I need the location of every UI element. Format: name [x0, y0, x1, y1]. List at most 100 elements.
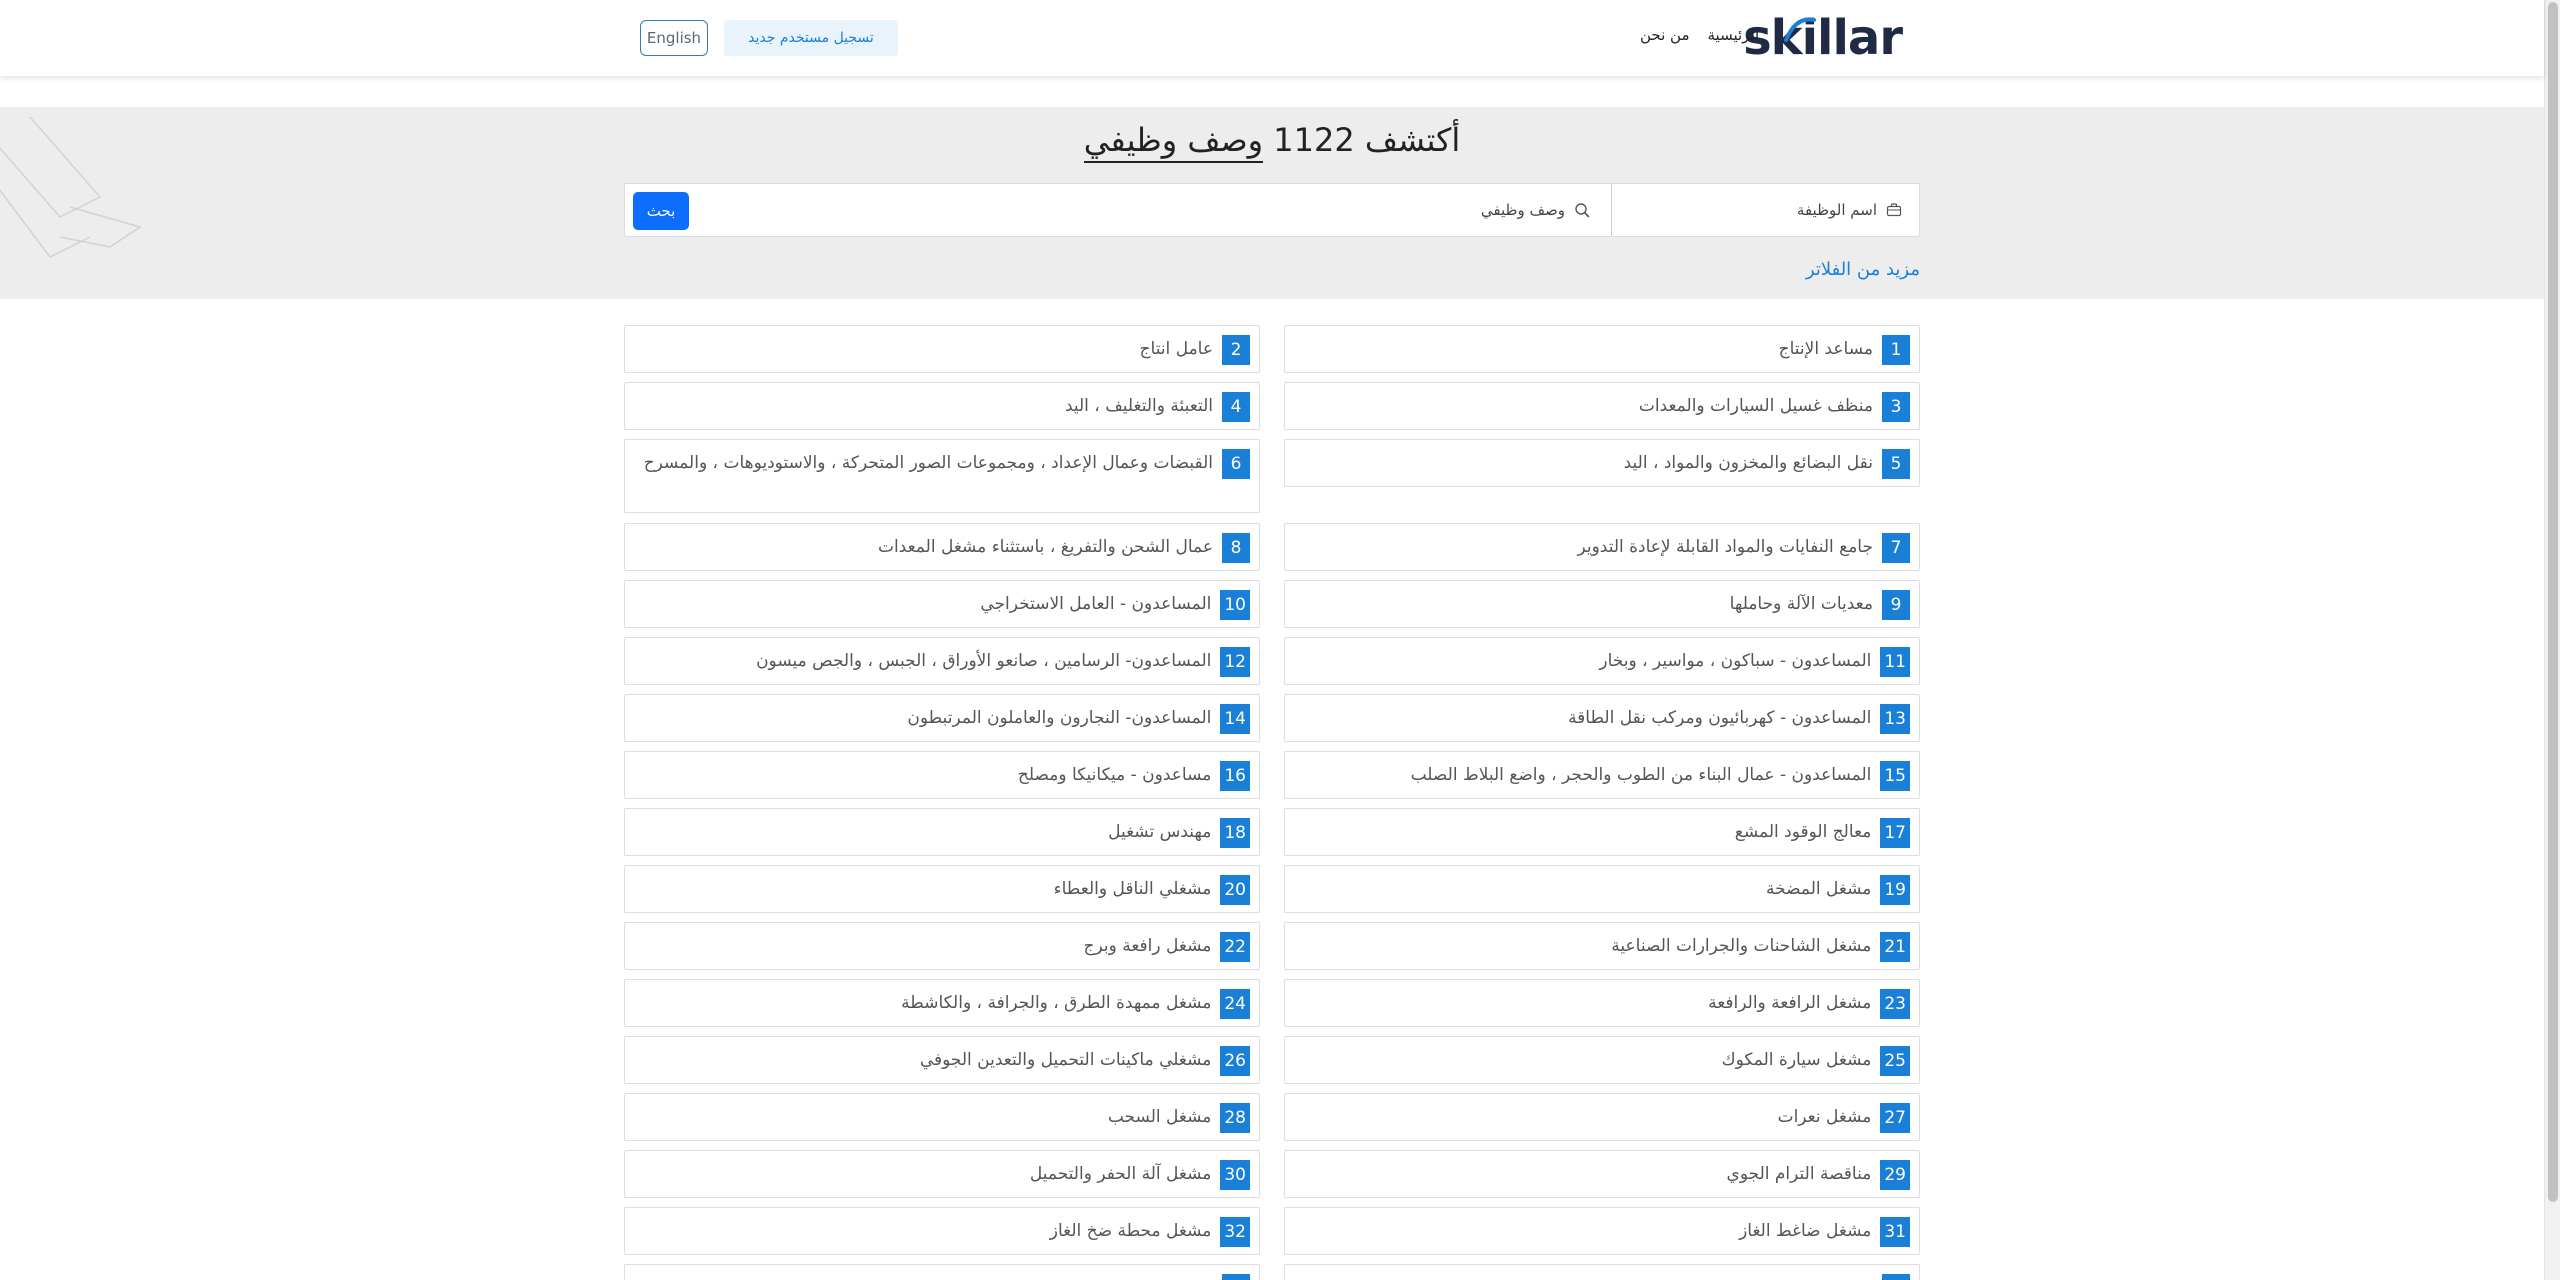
job-item[interactable]: 23 مشغل الرافعة والرافعة	[1284, 979, 1920, 1027]
job-item[interactable]: 13 المساعدون - كهربائيون ومركب نقل الطاق…	[1284, 694, 1920, 742]
briefcase-icon	[1885, 201, 1903, 219]
job-title: مشغل السحب	[1107, 1107, 1212, 1127]
search-button[interactable]: بحث	[633, 192, 689, 230]
search-icon	[1573, 201, 1591, 219]
job-title: مشغلي الناقل والعطاء	[1053, 879, 1212, 899]
job-item[interactable]: 22 مشغل رافعة وبرج	[624, 922, 1260, 970]
logo-swoosh-icon	[1784, 17, 1816, 42]
job-title: المساعدون- الرسامين ، صانعو الأوراق ، ال…	[756, 651, 1212, 671]
job-item[interactable]: 10 المساعدون - العامل الاستخراجي	[624, 580, 1260, 628]
job-title: منظف غسيل السيارات والمعدات	[1638, 396, 1873, 416]
job-item-partial[interactable]	[624, 1264, 1260, 1280]
job-number-badge: 24	[1220, 989, 1250, 1019]
job-item[interactable]: 14 المساعدون- النجارون والعاملون المرتبط…	[624, 694, 1260, 742]
language-toggle-button[interactable]: English	[640, 20, 708, 56]
job-item[interactable]: 16 مساعدون - ميكانيكا ومصلح	[624, 751, 1260, 799]
job-title: مساعد الإنتاج	[1778, 339, 1873, 359]
job-item[interactable]: 3 منظف غسيل السيارات والمعدات	[1284, 382, 1920, 430]
job-title: نقل البضائع والمخزون والمواد ، اليد	[1623, 453, 1873, 473]
job-title: معالج الوقود المشع	[1734, 822, 1872, 842]
job-title: مهندس تشغيل	[1108, 822, 1212, 842]
job-title: المساعدون - كهربائيون ومركب نقل الطاقة	[1568, 708, 1872, 728]
job-item[interactable]: 4 التعبئة والتغليف ، اليد	[624, 382, 1260, 430]
job-desc-input[interactable]	[1365, 201, 1565, 219]
top-navbar: skillar من نحن الرئيسية تسجيل مستخدم جدي…	[0, 0, 2544, 76]
job-number-badge: 2	[1222, 335, 1250, 365]
job-item[interactable]: 2 عامل انتاج	[624, 325, 1260, 373]
job-number-badge: 30	[1220, 1160, 1250, 1190]
job-number-badge: 15	[1880, 761, 1910, 791]
job-title: مناقصة الترام الجوي	[1726, 1164, 1872, 1184]
job-title: معديات الآلة وحاملها	[1729, 594, 1873, 614]
logo-text: skillar	[1743, 10, 1903, 66]
job-title: جامع النفايات والمواد القابلة لإعادة الت…	[1577, 537, 1873, 557]
job-title: عمال الشحن والتفريغ ، باستثناء مشغل المع…	[877, 537, 1213, 557]
job-number-badge: 22	[1220, 932, 1250, 962]
job-title: مشغلي ماكينات التحميل والتعدين الجوفي	[919, 1050, 1212, 1070]
job-item[interactable]: 8 عمال الشحن والتفريغ ، باستثناء مشغل ال…	[624, 523, 1260, 571]
job-item[interactable]: 7 جامع النفايات والمواد القابلة لإعادة ا…	[1284, 523, 1920, 571]
job-title: مشغل ممهدة الطرق ، والجرافة ، والكاشطة	[901, 993, 1212, 1013]
job-number-badge: 7	[1882, 533, 1910, 563]
nav-about[interactable]: من نحن	[1640, 26, 1690, 52]
job-item[interactable]: 32 مشغل محطة ضخ الغاز	[624, 1207, 1260, 1255]
job-title: مشغل الرافعة والرافعة	[1708, 993, 1872, 1013]
job-number-badge: 12	[1220, 647, 1250, 677]
job-number-badge: 23	[1880, 989, 1910, 1019]
page-title: أكتشف 1122 وصف وظيفي	[0, 121, 2544, 163]
job-item[interactable]: 28 مشغل السحب	[624, 1093, 1260, 1141]
search-bar: بحث	[624, 183, 1920, 237]
skillar-logo[interactable]: skillar	[1743, 8, 1903, 68]
nav-links: من نحن الرئيسية	[1640, 26, 1759, 52]
job-number-badge: 20	[1220, 875, 1250, 905]
job-number-badge	[1882, 1274, 1910, 1280]
job-number-badge: 10	[1220, 590, 1250, 620]
job-item[interactable]: 18 مهندس تشغيل	[624, 808, 1260, 856]
job-title: مشغل المضخة	[1766, 879, 1872, 899]
job-number-badge: 16	[1220, 761, 1250, 791]
job-item[interactable]: 6 القبضات وعمال الإعداد ، ومجموعات الصور…	[624, 439, 1260, 513]
job-item[interactable]: 30 مشغل آلة الحفر والتحميل	[624, 1150, 1260, 1198]
job-item[interactable]: 15 المساعدون - عمال البناء من الطوب والح…	[1284, 751, 1920, 799]
job-item[interactable]: 17 معالج الوقود المشع	[1284, 808, 1920, 856]
job-item[interactable]: 26 مشغلي ماكينات التحميل والتعدين الجوفي	[624, 1036, 1260, 1084]
page-scrollbar[interactable]	[2544, 0, 2560, 1280]
job-number-badge: 26	[1220, 1046, 1250, 1076]
job-number-badge	[1222, 1274, 1250, 1280]
job-item[interactable]: 21 مشغل الشاحنات والجرارات الصناعية	[1284, 922, 1920, 970]
job-title: مشغل ضاغط الغاز	[1739, 1221, 1872, 1241]
job-number-badge: 17	[1880, 818, 1910, 848]
job-title: مشغل محطة ضخ الغاز	[1049, 1221, 1212, 1241]
job-title-input[interactable]	[1677, 201, 1877, 219]
scrollbar-thumb[interactable]	[2548, 2, 2558, 1202]
job-item[interactable]: 29 مناقصة الترام الجوي	[1284, 1150, 1920, 1198]
job-number-badge: 14	[1220, 704, 1250, 734]
nav-home[interactable]: الرئيسية	[1708, 26, 1760, 52]
job-item[interactable]: 1 مساعد الإنتاج	[1284, 325, 1920, 373]
job-number-badge: 3	[1882, 392, 1910, 422]
job-number-badge: 18	[1220, 818, 1250, 848]
job-number-badge: 31	[1880, 1217, 1910, 1247]
job-item[interactable]: 27 مشغل نعرات	[1284, 1093, 1920, 1141]
job-number-badge: 13	[1880, 704, 1910, 734]
job-title: المساعدون - عمال البناء من الطوب والحجر …	[1410, 765, 1872, 785]
register-button[interactable]: تسجيل مستخدم جديد	[724, 20, 898, 56]
search-hero: أكتشف 1122 وصف وظيفي بحث مزيد من الفلاتر	[0, 107, 2544, 299]
job-item[interactable]: 20 مشغلي الناقل والعطاء	[624, 865, 1260, 913]
job-item[interactable]: 31 مشغل ضاغط الغاز	[1284, 1207, 1920, 1255]
job-item[interactable]: 25 مشغل سيارة المكوك	[1284, 1036, 1920, 1084]
job-number-badge: 8	[1222, 533, 1250, 563]
job-number-badge: 5	[1882, 449, 1910, 479]
more-filters-link[interactable]: مزيد من الفلاتر	[1700, 259, 1920, 280]
job-item[interactable]: 11 المساعدون - سباكون ، مواسير ، وبخار	[1284, 637, 1920, 685]
job-item[interactable]: 24 مشغل ممهدة الطرق ، والجرافة ، والكاشط…	[624, 979, 1260, 1027]
job-item[interactable]: 19 مشغل المضخة	[1284, 865, 1920, 913]
job-title: مساعدون - ميكانيكا ومصلح	[1017, 765, 1212, 785]
job-item[interactable]: 12 المساعدون- الرسامين ، صانعو الأوراق ،…	[624, 637, 1260, 685]
job-title: مشغل رافعة وبرج	[1083, 936, 1212, 956]
job-item[interactable]: 5 نقل البضائع والمخزون والمواد ، اليد	[1284, 439, 1920, 487]
job-item[interactable]: 9 معديات الآلة وحاملها	[1284, 580, 1920, 628]
job-item-partial[interactable]	[1284, 1264, 1920, 1280]
job-number-badge: 21	[1880, 932, 1910, 962]
job-number-badge: 29	[1880, 1160, 1910, 1190]
